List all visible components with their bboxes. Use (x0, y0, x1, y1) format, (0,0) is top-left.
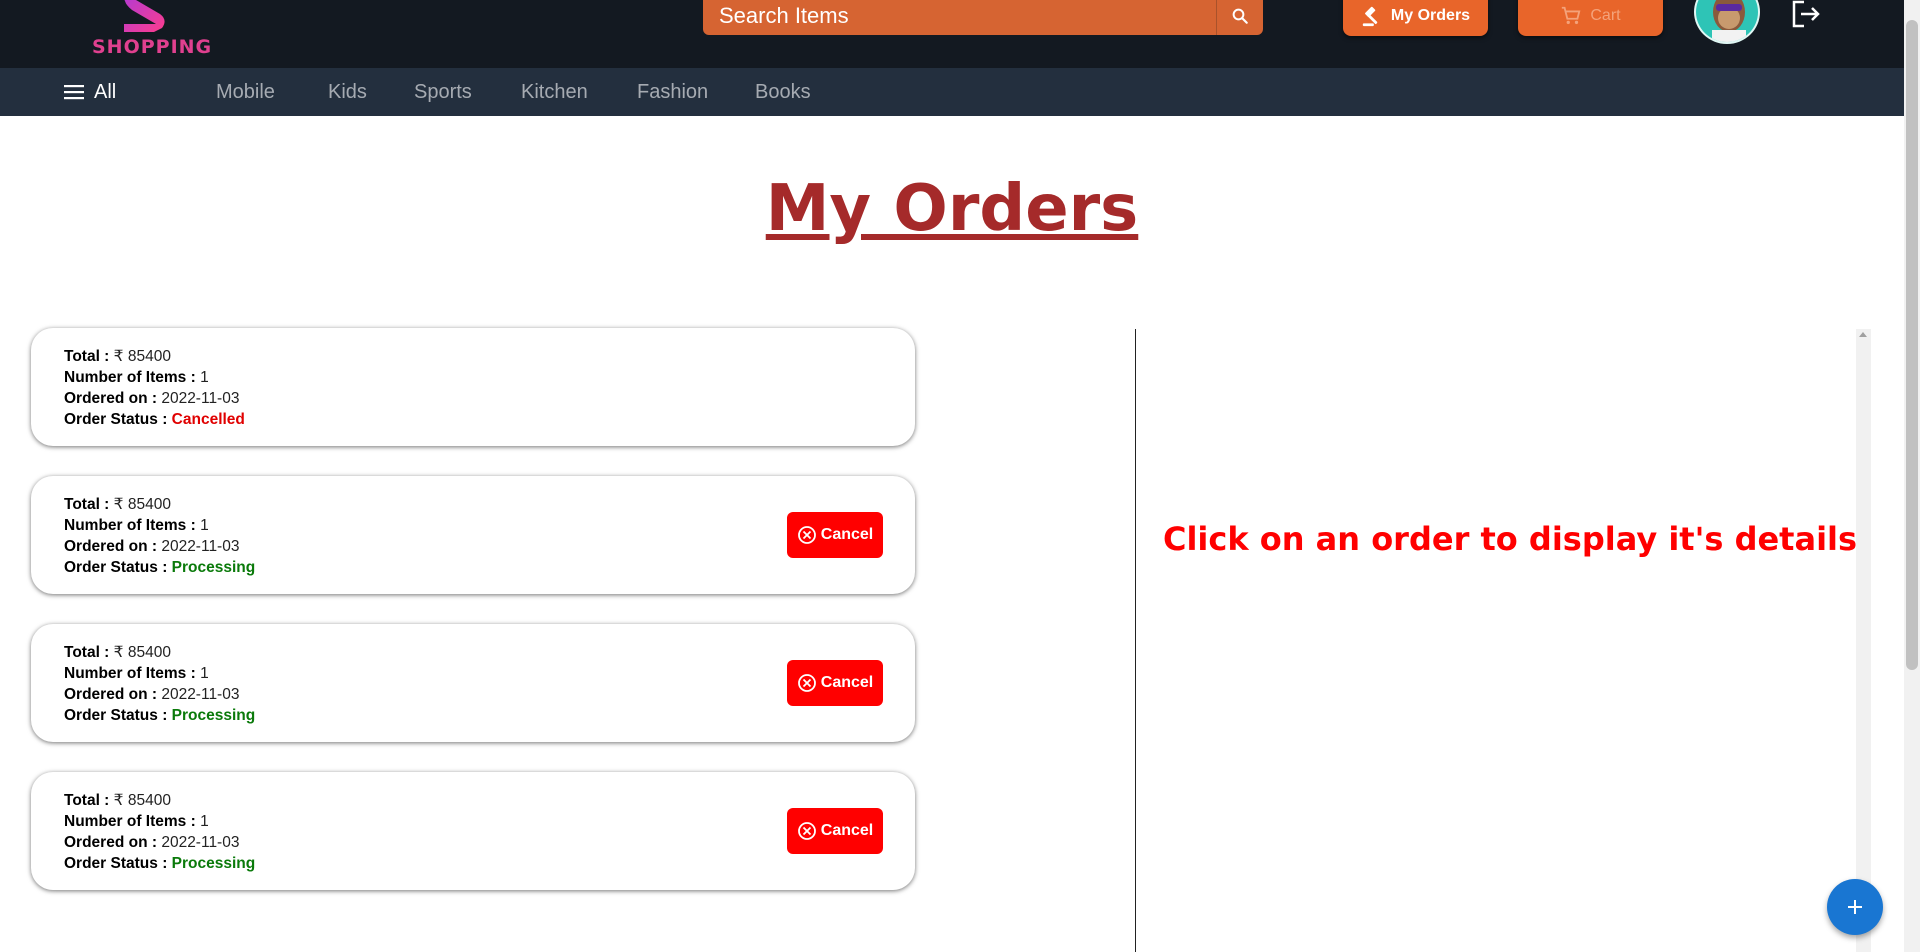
status-label: Order Status : (64, 411, 168, 428)
order-date: 2022-11-03 (161, 834, 240, 851)
order-info: Total : ₹ 85400 Number of Items : 1 Orde… (64, 642, 255, 726)
category-fashion[interactable]: Fashion (637, 68, 708, 116)
currency-symbol: ₹ (113, 644, 124, 661)
all-menu-button[interactable]: All (64, 68, 116, 116)
plus-icon (1848, 900, 1862, 914)
my-orders-label: My Orders (1390, 7, 1471, 24)
cart-button[interactable]: Cart (1518, 0, 1663, 36)
category-navbar: All Mobile Kids Sports Kitchen Fashion B… (0, 68, 1904, 116)
order-total: 85400 (127, 644, 171, 661)
order-item-count: 1 (200, 369, 209, 386)
gavel-icon (1362, 6, 1378, 27)
order-status: Cancelled (171, 411, 245, 428)
total-label: Total : (64, 496, 110, 513)
order-status: Processing (171, 559, 256, 576)
cancel-circle-icon (797, 526, 816, 544)
order-card[interactable]: Total : ₹ 85400 Number of Items : 1 Orde… (31, 328, 915, 446)
order-card[interactable]: Total : ₹ 85400 Number of Items : 1 Orde… (31, 772, 915, 890)
total-label: Total : (64, 792, 110, 809)
total-label: Total : (64, 644, 110, 661)
menu-icon (64, 85, 84, 100)
currency-symbol: ₹ (113, 348, 124, 365)
status-label: Order Status : (64, 707, 168, 724)
page-scrollbar[interactable] (1904, 0, 1920, 952)
order-item-count: 1 (200, 813, 209, 830)
order-card[interactable]: Total : ₹ 85400 Number of Items : 1 Orde… (31, 624, 915, 742)
order-status: Processing (171, 707, 256, 724)
order-info: Total : ₹ 85400 Number of Items : 1 Orde… (64, 346, 245, 430)
ape-avatar-icon (1712, 0, 1746, 42)
currency-symbol: ₹ (113, 496, 124, 513)
floating-add-button[interactable] (1827, 879, 1883, 935)
search-bar (703, 0, 1263, 35)
category-kitchen[interactable]: Kitchen (521, 68, 588, 116)
cancel-order-button[interactable]: Cancel (787, 808, 883, 854)
search-button[interactable] (1216, 0, 1263, 35)
cancel-label: Cancel (820, 822, 874, 839)
status-label: Order Status : (64, 855, 168, 872)
user-avatar[interactable] (1694, 0, 1760, 44)
panel-divider (1135, 329, 1136, 952)
order-details-placeholder: Click on an order to display it's detail… (1162, 520, 1858, 558)
cart-label: Cart (1590, 7, 1621, 24)
page-title: My Orders (765, 172, 1139, 246)
ordered-on-label: Ordered on : (64, 834, 158, 851)
logout-button[interactable] (1790, 0, 1822, 28)
order-card[interactable]: Total : ₹ 85400 Number of Items : 1 Orde… (31, 476, 915, 594)
cancel-label: Cancel (820, 526, 874, 543)
all-label: All (94, 80, 117, 103)
order-status: Processing (171, 855, 256, 872)
order-date: 2022-11-03 (161, 390, 240, 407)
category-mobile[interactable]: Mobile (216, 68, 275, 116)
total-label: Total : (64, 348, 110, 365)
cancel-circle-icon (797, 674, 816, 692)
ordered-on-label: Ordered on : (64, 390, 158, 407)
shopping-logo[interactable]: SHOPPING (92, 0, 213, 60)
order-date: 2022-11-03 (161, 538, 240, 555)
scroll-up-arrow-icon[interactable] (1859, 332, 1867, 337)
category-kids[interactable]: Kids (328, 68, 367, 116)
cancel-label: Cancel (820, 674, 874, 691)
search-input[interactable] (703, 0, 1216, 35)
category-books[interactable]: Books (755, 68, 811, 116)
order-total: 85400 (127, 348, 171, 365)
logo-mark-icon (124, 0, 168, 32)
cancel-order-button[interactable]: Cancel (787, 512, 883, 558)
top-navbar: SHOPPING My Orders Cart (0, 0, 1904, 68)
logo-text: SHOPPING (92, 36, 213, 58)
ordered-on-label: Ordered on : (64, 538, 158, 555)
items-label: Number of Items : (64, 369, 196, 386)
my-orders-button[interactable]: My Orders (1343, 0, 1488, 36)
ordered-on-label: Ordered on : (64, 686, 158, 703)
cancel-circle-icon (797, 822, 816, 840)
category-sports[interactable]: Sports (414, 68, 472, 116)
order-info: Total : ₹ 85400 Number of Items : 1 Orde… (64, 790, 255, 874)
order-item-count: 1 (200, 517, 209, 534)
logout-icon (1792, 0, 1820, 28)
order-info: Total : ₹ 85400 Number of Items : 1 Orde… (64, 494, 255, 578)
page-scrollbar-thumb[interactable] (1906, 20, 1918, 670)
cart-icon (1562, 6, 1581, 25)
order-total: 85400 (127, 792, 171, 809)
search-icon (1232, 8, 1248, 24)
details-scrollbar[interactable] (1856, 329, 1871, 952)
currency-symbol: ₹ (113, 792, 124, 809)
items-label: Number of Items : (64, 813, 196, 830)
order-date: 2022-11-03 (161, 686, 240, 703)
order-total: 85400 (127, 496, 171, 513)
items-label: Number of Items : (64, 517, 196, 534)
status-label: Order Status : (64, 559, 168, 576)
order-item-count: 1 (200, 665, 209, 682)
items-label: Number of Items : (64, 665, 196, 682)
cancel-order-button[interactable]: Cancel (787, 660, 883, 706)
